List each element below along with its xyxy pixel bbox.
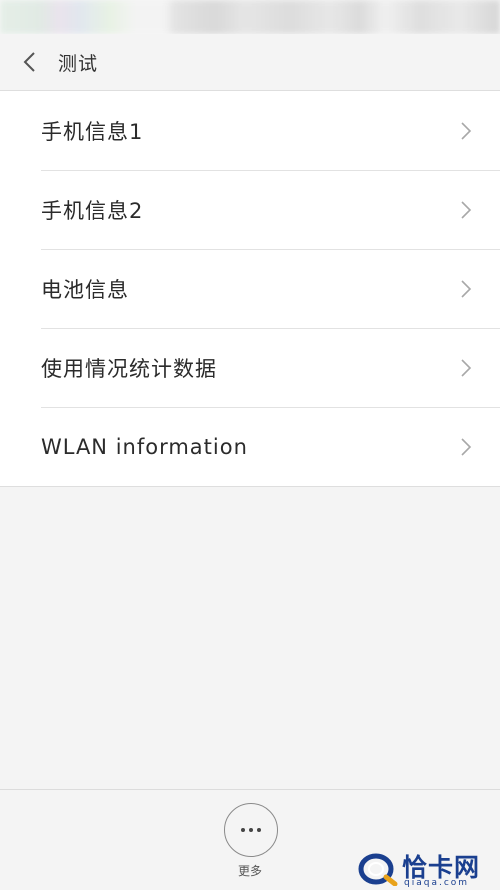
chevron-left-icon <box>23 52 35 72</box>
chevron-right-icon <box>461 121 472 140</box>
list-item-label: 手机信息1 <box>41 119 144 144</box>
page-title: 测试 <box>58 52 99 75</box>
watermark-logo-icon <box>358 853 398 886</box>
list-item-wlan-info[interactable]: WLAN information <box>0 407 500 486</box>
status-bar <box>0 0 500 34</box>
chevron-right-icon <box>461 279 472 298</box>
list-item-label: 手机信息2 <box>41 198 144 223</box>
settings-list: 手机信息1 手机信息2 电池信息 使用情况统计数据 WLAN informati… <box>0 91 500 487</box>
list-item-label: WLAN information <box>41 434 248 459</box>
list-item-phone-info-2[interactable]: 手机信息2 <box>0 170 500 249</box>
more-button[interactable] <box>224 803 278 857</box>
chevron-right-icon <box>461 437 472 456</box>
watermark-url: qiaqa.com <box>404 878 470 888</box>
chevron-right-icon <box>461 200 472 219</box>
list-item-usage-stats[interactable]: 使用情况统计数据 <box>0 328 500 407</box>
header: 测试 <box>0 34 500 91</box>
list-item-label: 电池信息 <box>41 277 129 302</box>
watermark: 恰卡网 qiaqa.com <box>358 848 500 890</box>
more-dots-icon <box>241 828 261 832</box>
chevron-right-icon <box>461 358 472 377</box>
list-item-battery-info[interactable]: 电池信息 <box>0 249 500 328</box>
screen: 测试 手机信息1 手机信息2 电池信息 使用情况统计数据 WLAN inform… <box>0 0 500 890</box>
list-item-phone-info-1[interactable]: 手机信息1 <box>0 91 500 170</box>
list-item-label: 使用情况统计数据 <box>41 356 217 381</box>
back-button[interactable] <box>0 34 60 91</box>
status-bar-blur <box>0 0 500 34</box>
